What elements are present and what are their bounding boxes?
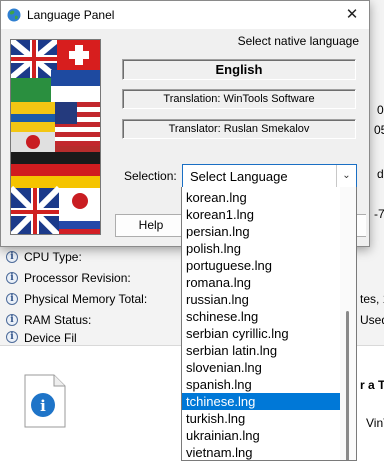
language-list-item[interactable]: tchinese.lng xyxy=(182,393,340,410)
background-text-fragment: -7 xyxy=(374,207,384,221)
bottom-text-fragment: VinToo xyxy=(366,416,384,430)
world-flags-image xyxy=(10,39,101,235)
language-list-item[interactable]: turkish.lng xyxy=(182,410,340,427)
info-icon: i xyxy=(6,251,18,263)
translation-credit-field: Translation: WinTools Software xyxy=(122,89,356,109)
close-button[interactable]: ✕ xyxy=(335,1,369,29)
info-row-cpu-type: i CPU Type: xyxy=(6,248,82,266)
language-select[interactable]: Select Language ⌄ xyxy=(182,164,357,188)
info-row-value: tes, 1 xyxy=(360,292,384,306)
selection-label: Selection: xyxy=(124,169,177,183)
info-row-label: CPU Type: xyxy=(24,250,82,264)
info-row-value: Used xyxy=(360,313,384,327)
language-list-item[interactable]: korean.lng xyxy=(182,189,340,206)
native-language-field: English xyxy=(122,59,356,80)
info-row-ram-status: i RAM Status: xyxy=(6,311,91,329)
info-icon: i xyxy=(6,314,18,326)
chevron-down-icon[interactable]: ⌄ xyxy=(336,165,356,187)
list-scrollbar[interactable] xyxy=(340,187,356,460)
dialog-title: Language Panel xyxy=(27,8,115,22)
help-button[interactable]: Help xyxy=(115,214,187,237)
language-list-item[interactable]: russian.lng xyxy=(182,291,340,308)
info-icon: i xyxy=(6,272,18,284)
language-list-item[interactable]: schinese.lng xyxy=(182,308,340,325)
language-list-item[interactable]: serbian cyrillic.lng xyxy=(182,325,340,342)
title-bar[interactable]: Language Panel ✕ xyxy=(1,1,369,29)
bottom-text-fragment: r a T xyxy=(360,378,384,392)
background-text-fragment: 05 xyxy=(374,123,384,137)
instruction-label: Select native language xyxy=(237,34,359,48)
globe-icon xyxy=(7,8,21,22)
language-list-item[interactable]: serbian latin.lng xyxy=(182,342,340,359)
info-row-label: Processor Revision: xyxy=(24,271,131,285)
language-list-item[interactable]: portuguese.lng xyxy=(182,257,340,274)
language-list-item[interactable]: slovenian.lng xyxy=(182,359,340,376)
info-icon: i xyxy=(6,293,18,305)
info-icon: i xyxy=(6,331,18,343)
background-text-fragment: 0 xyxy=(377,103,384,117)
document-info-symbol: i xyxy=(40,397,46,415)
info-row-label: RAM Status: xyxy=(24,313,92,327)
info-row-processor-revision: i Processor Revision: xyxy=(6,269,131,287)
background-text-fragment: d xyxy=(377,167,384,181)
language-list-item[interactable]: korean1.lng xyxy=(182,206,340,223)
translator-credit-field: Translator: Ruslan Smekalov xyxy=(122,119,356,139)
language-list-item[interactable]: polish.lng xyxy=(182,240,340,257)
info-row-label: Device Fil xyxy=(24,331,77,343)
language-list-item[interactable]: persian.lng xyxy=(182,223,340,240)
language-list-item[interactable]: ukrainian.lng xyxy=(182,427,340,444)
info-row-physical-memory: i Physical Memory Total: xyxy=(6,290,147,308)
language-list-item[interactable]: vietnam.lng xyxy=(182,444,340,460)
language-list-item[interactable]: romana.lng xyxy=(182,274,340,291)
document-info-icon: i xyxy=(24,374,66,428)
info-row-label: Physical Memory Total: xyxy=(24,292,148,306)
info-row-device: i Device Fil xyxy=(6,331,77,343)
language-select-value: Select Language xyxy=(190,169,288,184)
language-list-item[interactable]: spanish.lng xyxy=(182,376,340,393)
list-scroll-thumb[interactable] xyxy=(346,311,349,460)
language-dropdown-list[interactable]: korean.lng korean1.lng persian.lng polish.l… xyxy=(181,187,357,461)
